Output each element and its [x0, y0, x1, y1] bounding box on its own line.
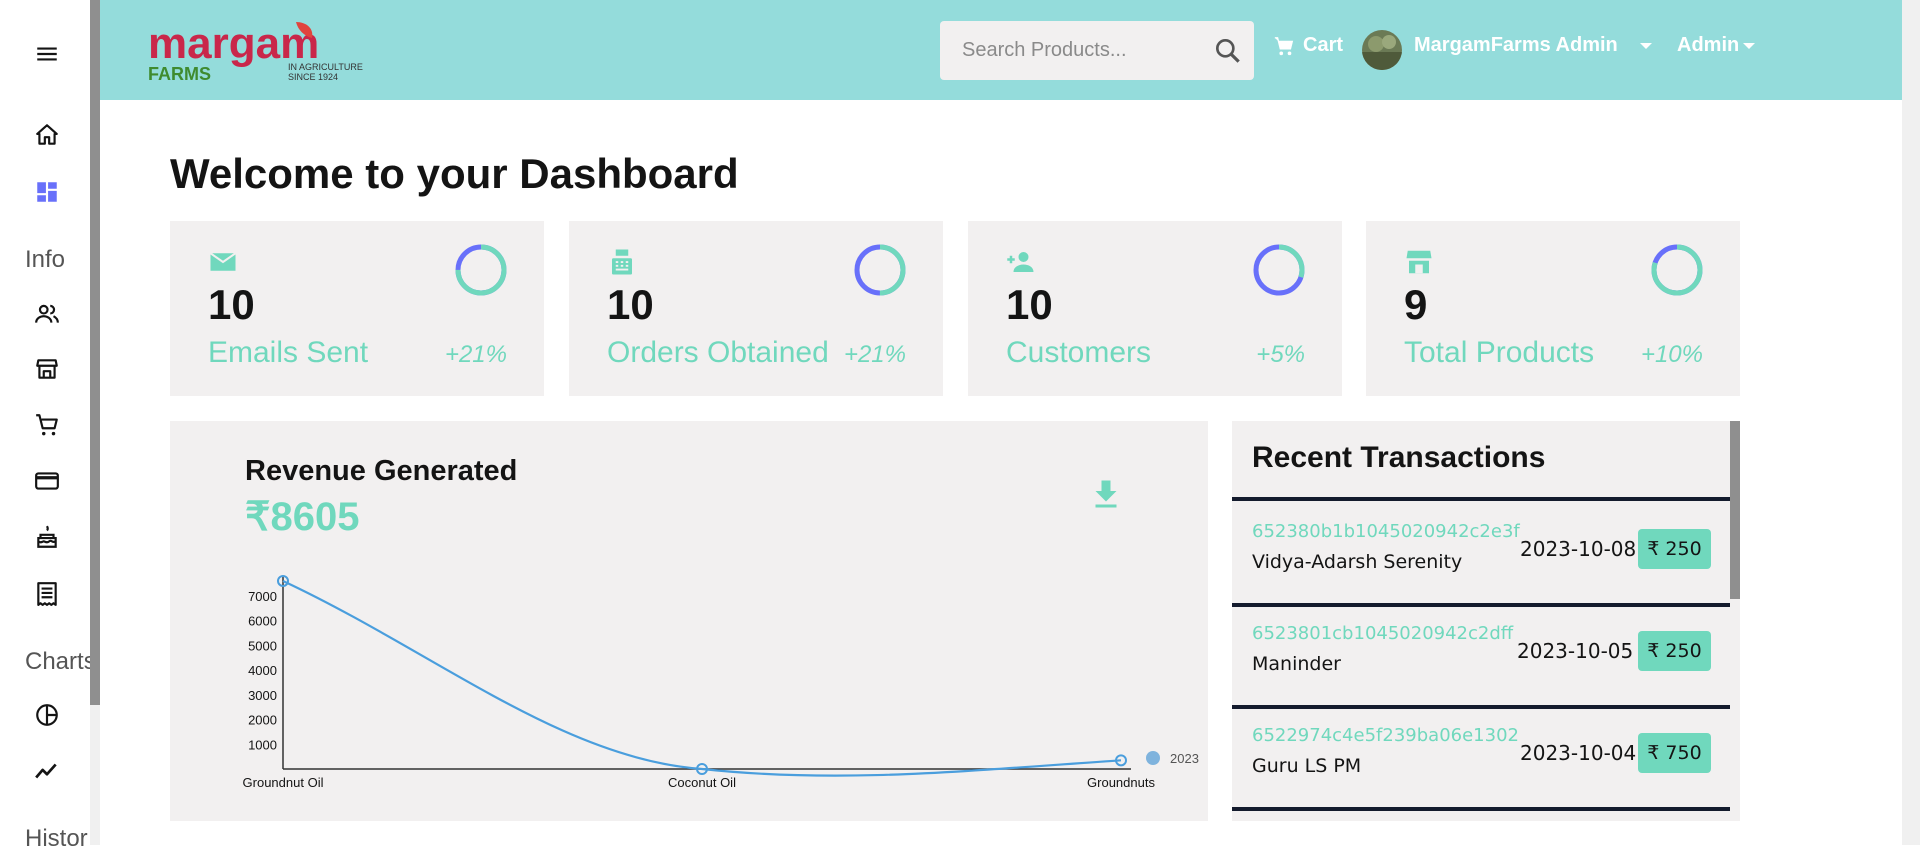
page-scrollbar-track[interactable]: [1902, 0, 1920, 845]
stat-card-orders: 10 Orders Obtained +21%: [569, 221, 943, 396]
transaction-row[interactable]: 6522974c4e5f239ba06e1302 Guru LS PM 2023…: [1232, 709, 1730, 811]
menu-icon[interactable]: [30, 37, 64, 71]
sidebar-section-info: Info: [25, 246, 66, 273]
svg-text:FARMS: FARMS: [148, 64, 211, 84]
transaction-user: Guru LS PM: [1252, 755, 1362, 777]
transaction-id: 6523801cb1045020942c2dff: [1252, 623, 1514, 644]
user-name: MargamFarms Admin: [1414, 34, 1618, 56]
stat-delta: +5%: [1256, 341, 1305, 368]
transactions-scrollbar-thumb[interactable]: [1730, 421, 1740, 599]
person-add-icon: [1006, 247, 1036, 277]
contacts-icon[interactable]: [30, 297, 64, 331]
transaction-row[interactable]: 652380b1b1045020942c2e3f Vidya-Adarsh Se…: [1232, 505, 1730, 607]
transaction-row[interactable]: 6523801cb1045020942c2dff Maninder 2023-1…: [1232, 607, 1730, 709]
dashboard-icon[interactable]: [30, 175, 64, 209]
legend-label: 2023: [1170, 751, 1199, 766]
role-label: Admin: [1677, 34, 1740, 56]
legend-swatch: [1146, 751, 1160, 765]
transaction-cost-badge: ₹ 250: [1638, 631, 1711, 671]
y-tick-label: 4000: [248, 663, 277, 678]
cart-icon: [1274, 36, 1294, 55]
transaction-date: 2023-10-05: [1517, 639, 1634, 663]
y-tick-label: 7000: [248, 589, 277, 604]
sidebar-section-charts: Charts: [25, 648, 96, 675]
x-tick-label: Groundnut Oil: [243, 775, 324, 790]
stat-card-emails: 10 Emails Sent +21%: [170, 221, 544, 396]
receipt-icon[interactable]: [30, 577, 64, 611]
stat-value: 10: [607, 281, 654, 328]
chevron-down-icon: [1639, 42, 1652, 49]
y-tick-label: 2000: [248, 713, 277, 728]
x-tick-label: Groundnuts: [1087, 775, 1155, 790]
search-icon[interactable]: [1212, 35, 1244, 67]
user-menu[interactable]: MargamFarms Admin: [1414, 34, 1652, 57]
transaction-id: 652380b1b1045020942c2e3f: [1252, 521, 1520, 542]
progress-ring: [454, 243, 508, 297]
revenue-title: Revenue Generated: [245, 455, 518, 487]
progress-ring: [1252, 243, 1306, 297]
storefront-icon: [1404, 247, 1434, 277]
revenue-line-chart: 1000 2000 3000 4000 5000 6000 7000 Groundnut Oi…: [243, 574, 1199, 790]
stat-delta: +21%: [843, 341, 906, 368]
transaction-user: Maninder: [1252, 653, 1341, 675]
transaction-cost-badge: ₹ 750: [1638, 733, 1711, 773]
svg-text:SINCE 1924: SINCE 1924: [288, 72, 338, 82]
point-of-sale-icon: [607, 247, 637, 277]
stat-value: 10: [208, 281, 255, 328]
transaction-date: 2023-10-08: [1520, 537, 1637, 561]
stat-label: Emails Sent: [208, 336, 369, 369]
sidebar: Info Charts Histor: [0, 0, 100, 852]
chevron-down-icon: [1743, 42, 1756, 49]
cart-label: Cart: [1303, 34, 1344, 56]
stat-label: Customers: [1006, 336, 1152, 369]
stat-card-products: 9 Total Products +10%: [1366, 221, 1740, 396]
search-bar: [940, 21, 1254, 80]
transaction-user: Vidya-Adarsh Serenity: [1252, 551, 1463, 573]
transactions-title: Recent Transactions: [1252, 441, 1546, 474]
progress-ring: [1650, 243, 1704, 297]
series-line: [282, 579, 1122, 777]
y-tick-label: 6000: [248, 614, 277, 629]
brand-logo[interactable]: margam FARMS IN AGRICULTURE SINCE 1924: [146, 18, 366, 88]
recent-transactions-panel: Recent Transactions 652380b1b1045020942c…: [1232, 421, 1740, 821]
role-menu[interactable]: Admin: [1677, 34, 1756, 57]
transaction-cost-badge: ₹ 250: [1638, 529, 1711, 569]
stat-label: Total Products: [1404, 336, 1595, 369]
y-tick-label: 1000: [248, 737, 277, 752]
y-tick-label: 3000: [248, 688, 277, 703]
progress-ring: [853, 243, 907, 297]
revenue-panel: Revenue Generated ₹8605 1000 2000 3000 4000…: [170, 421, 1208, 821]
stat-label: Orders Obtained: [607, 336, 829, 369]
home-icon[interactable]: [30, 118, 64, 152]
line-chart-icon[interactable]: [30, 754, 64, 788]
email-icon: [208, 247, 238, 277]
stat-value: 9: [1404, 281, 1428, 328]
stat-delta: +21%: [444, 341, 507, 368]
avatar[interactable]: [1362, 30, 1402, 70]
svg-text:IN AGRICULTURE: IN AGRICULTURE: [288, 62, 363, 72]
cart-icon[interactable]: [30, 408, 64, 442]
card-icon[interactable]: [30, 464, 64, 498]
stat-delta: +10%: [1640, 341, 1703, 368]
store-icon[interactable]: [30, 352, 64, 386]
x-tick-label: Coconut Oil: [668, 775, 736, 790]
pie-chart-icon[interactable]: [30, 698, 64, 732]
transaction-date: 2023-10-04: [1520, 741, 1637, 765]
cart-link[interactable]: Cart: [1273, 34, 1343, 57]
transaction-id: 6522974c4e5f239ba06e1302: [1252, 725, 1519, 746]
svg-text:margam: margam: [148, 19, 319, 68]
y-tick-label: 5000: [248, 638, 277, 653]
stat-value: 10: [1006, 281, 1053, 328]
search-input[interactable]: [940, 21, 1200, 80]
sidebar-scrollbar-thumb[interactable]: [90, 0, 100, 705]
transactions-header: Recent Transactions: [1232, 421, 1730, 501]
stat-card-customers: 10 Customers +5%: [968, 221, 1342, 396]
download-icon[interactable]: [1088, 476, 1124, 512]
revenue-value: ₹8605: [245, 495, 360, 539]
cake-icon[interactable]: [30, 520, 64, 554]
sidebar-section-history: Histor: [25, 825, 88, 852]
page-title: Welcome to your Dashboard: [170, 150, 739, 197]
